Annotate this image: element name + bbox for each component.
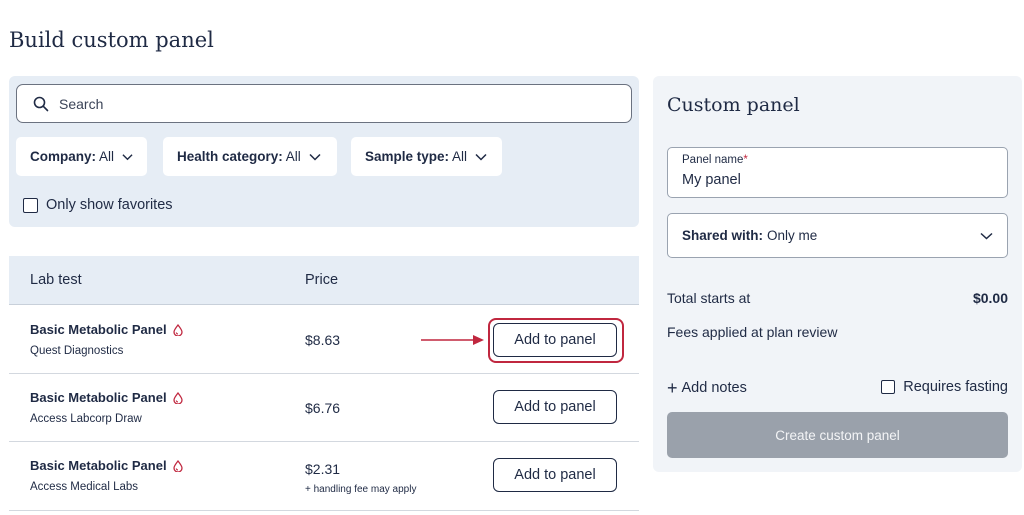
total-row: Total starts at $0.00 xyxy=(667,290,1008,306)
panel-name-input[interactable] xyxy=(682,172,992,188)
sample-type-filter-value: All xyxy=(452,149,468,164)
health-category-filter-label: Health category: xyxy=(177,149,283,164)
search-input[interactable] xyxy=(59,95,619,112)
lab-test-name: Basic Metabolic Panel xyxy=(30,322,183,337)
search-box[interactable] xyxy=(16,84,632,123)
add-notes-label: Add notes xyxy=(681,380,747,396)
requires-fasting-toggle[interactable]: Requires fasting xyxy=(881,379,1008,395)
chevron-down-icon xyxy=(309,153,321,161)
chevron-down-icon xyxy=(475,153,487,161)
table-row: Basic Metabolic Panel Access Medical Lab… xyxy=(9,442,639,511)
panel-name-label: Panel name* xyxy=(682,154,748,166)
total-value: $0.00 xyxy=(972,290,1008,306)
add-notes-button[interactable]: + Add notes xyxy=(667,379,747,397)
shared-with-value: Only me xyxy=(767,228,818,243)
lab-test-name-text: Basic Metabolic Panel xyxy=(30,322,167,337)
lab-test-price: $6.76 xyxy=(305,400,341,416)
lab-company: Quest Diagnostics xyxy=(30,345,124,357)
health-category-filter-button[interactable]: Health category: All xyxy=(163,137,337,176)
blood-drop-icon xyxy=(172,391,183,404)
lab-test-name: Basic Metabolic Panel xyxy=(30,390,183,405)
filter-panel: Company: All Health category: All Sample… xyxy=(9,76,639,227)
favorites-checkbox[interactable] xyxy=(23,197,38,213)
lab-test-name-text: Basic Metabolic Panel xyxy=(30,458,167,473)
blood-drop-icon xyxy=(172,323,183,336)
panel-name-field[interactable]: Panel name* xyxy=(667,147,1008,198)
add-to-panel-button[interactable]: Add to panel xyxy=(493,458,617,492)
custom-panel-title: Custom panel xyxy=(667,94,800,116)
plus-icon: + xyxy=(667,378,678,398)
blood-drop-icon xyxy=(172,459,183,472)
sample-type-filter-label: Sample type: xyxy=(365,149,450,164)
handling-fee-note: + handling fee may apply xyxy=(305,484,417,495)
panel-name-label-text: Panel name xyxy=(682,154,744,166)
lab-test-name-text: Basic Metabolic Panel xyxy=(30,390,167,405)
chevron-down-icon xyxy=(122,153,133,160)
add-to-panel-button[interactable]: Add to panel xyxy=(493,323,617,357)
fees-note: Fees applied at plan review xyxy=(667,324,838,340)
chevron-down-icon xyxy=(980,232,993,240)
table-row: Basic Metabolic Panel Quest Diagnostics … xyxy=(9,306,639,374)
company-filter-button[interactable]: Company: All xyxy=(16,137,147,176)
lab-company: Access Labcorp Draw xyxy=(30,413,142,425)
sample-type-filter-button[interactable]: Sample type: All xyxy=(351,137,502,176)
arrow-right-icon xyxy=(421,335,484,345)
shared-with-label: Shared with: xyxy=(682,228,764,243)
company-filter-label: Company: xyxy=(30,149,97,164)
total-label: Total starts at xyxy=(667,290,751,306)
add-to-panel-button[interactable]: Add to panel xyxy=(493,390,617,424)
create-custom-panel-button[interactable]: Create custom panel xyxy=(667,412,1008,458)
favorites-label: Only show favorites xyxy=(46,197,173,213)
lab-test-price: $2.31 xyxy=(305,461,341,477)
column-header-lab-test: Lab test xyxy=(30,272,82,288)
lab-test-name: Basic Metabolic Panel xyxy=(30,458,183,473)
search-icon xyxy=(33,96,49,111)
company-filter-value: All xyxy=(99,149,115,164)
table-row: Basic Metabolic Panel Access Labcorp Dra… xyxy=(9,374,639,442)
table-header: Lab test Price xyxy=(9,256,639,305)
lab-company: Access Medical Labs xyxy=(30,481,139,493)
custom-panel-sidebar: Custom panel Panel name* Shared with: On… xyxy=(653,76,1022,472)
required-mark: * xyxy=(743,154,748,166)
requires-fasting-label: Requires fasting xyxy=(903,379,1008,395)
page-title: Build custom panel xyxy=(9,28,214,52)
shared-with-select[interactable]: Shared with: Only me xyxy=(667,213,1008,258)
lab-test-price: $8.63 xyxy=(305,332,341,348)
favorites-filter[interactable]: Only show favorites xyxy=(23,197,173,213)
requires-fasting-checkbox[interactable] xyxy=(881,380,896,394)
health-category-filter-value: All xyxy=(285,149,301,164)
column-header-price: Price xyxy=(305,272,339,288)
